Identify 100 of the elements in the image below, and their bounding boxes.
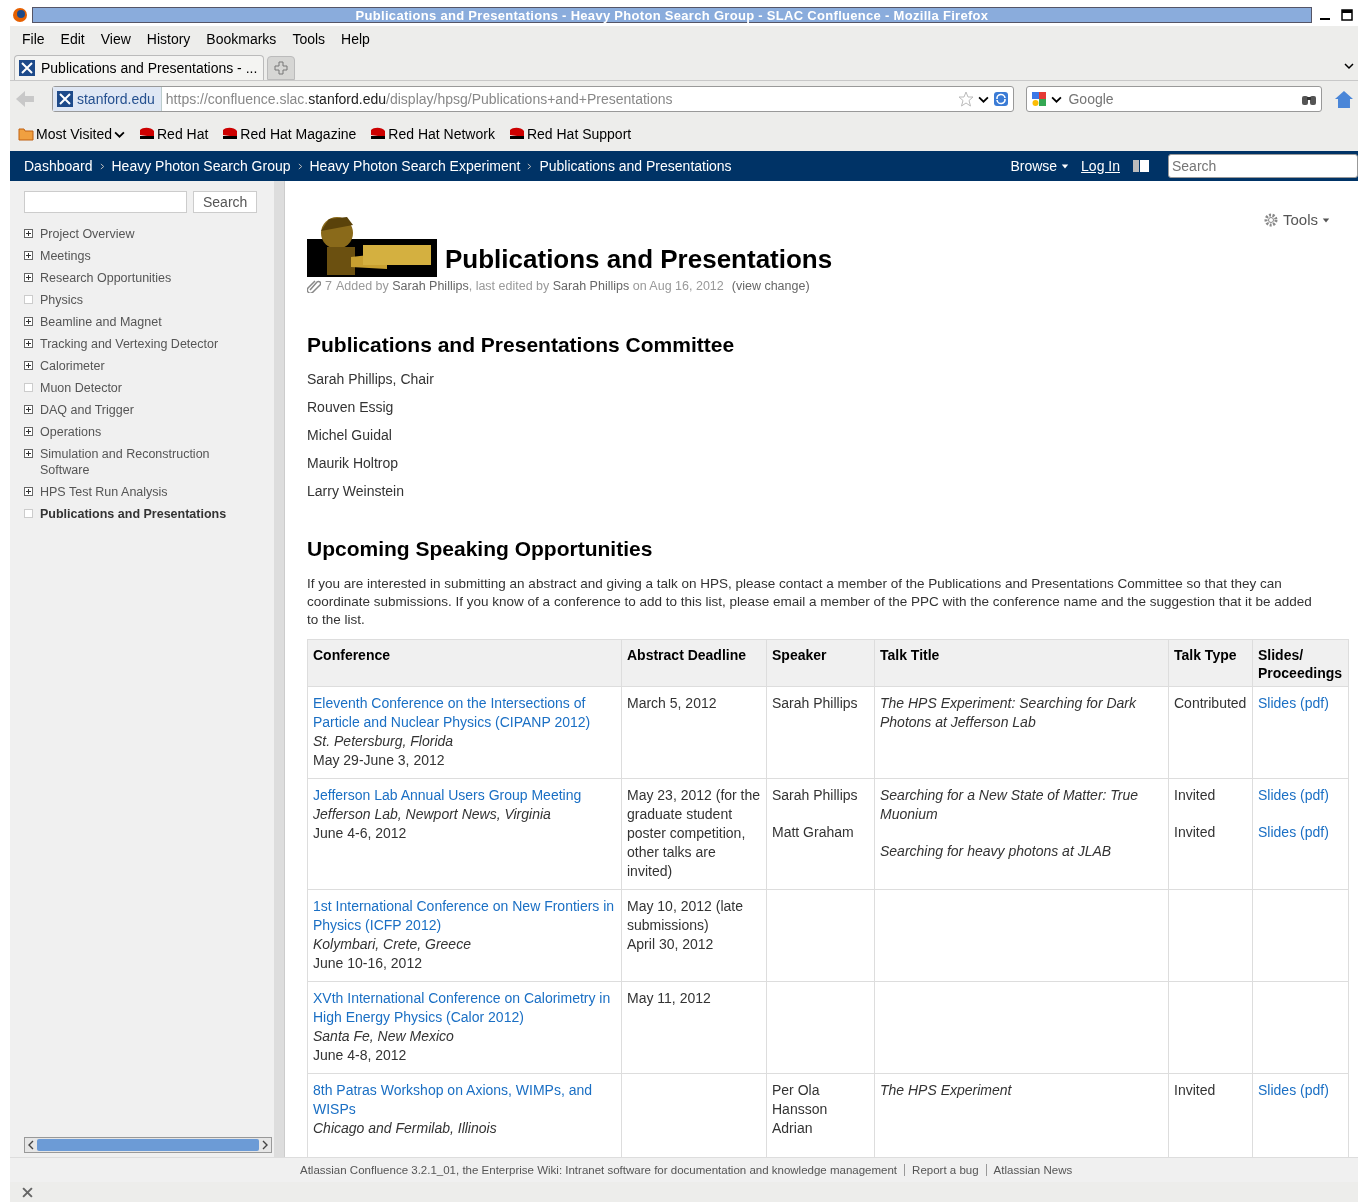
footer-link[interactable]: Atlassian News [985, 1164, 1073, 1176]
menu-item[interactable]: History [138, 31, 199, 47]
menu-item[interactable]: File [14, 31, 53, 47]
sidebar-search-field[interactable] [24, 191, 187, 213]
page-tree-link[interactable]: Research Opportunities [40, 270, 240, 286]
column-header: Abstract Deadline [627, 647, 747, 663]
deadline-text: March 5, 2012 [627, 694, 718, 713]
conference-link[interactable]: Eleventh Conference on the Intersections of Particle and Nuclear Physics (CIPANP 2012) [313, 694, 616, 732]
menu-item[interactable]: Bookmarks [198, 31, 285, 47]
login-link[interactable]: Log In [1081, 158, 1120, 174]
slides-link[interactable]: Slides (pdf) [1258, 787, 1329, 803]
slides-link[interactable]: Slides (pdf) [1258, 824, 1329, 840]
browser-tab[interactable]: Publications and Presentations - ... [14, 55, 265, 80]
expand-icon[interactable] [24, 487, 33, 496]
home-icon[interactable] [1334, 89, 1354, 109]
expand-icon[interactable] [24, 229, 33, 238]
breadcrumb-link[interactable]: Dashboard [24, 158, 93, 174]
tools-menu[interactable]: Tools [1262, 211, 1330, 228]
expand-icon[interactable] [24, 317, 33, 326]
breadcrumb-link[interactable]: Heavy Photon Search Experiment [309, 158, 521, 174]
speaker-name: Sarah Phillips [772, 786, 859, 805]
page-tree-link[interactable]: Meetings [40, 248, 240, 264]
page-tree-link[interactable]: Calorimeter [40, 358, 240, 374]
slides-link[interactable]: Slides (pdf) [1258, 1082, 1329, 1098]
expand-icon[interactable] [24, 449, 33, 458]
column-header: Talk Type [1174, 647, 1237, 663]
footer-link[interactable]: Report a bug [904, 1164, 979, 1176]
slides-link[interactable]: Slides (pdf) [1258, 695, 1329, 711]
splitter-handle[interactable] [274, 181, 285, 1157]
breadcrumb-link[interactable]: Publications and Presentations [539, 158, 732, 174]
star-icon[interactable] [958, 91, 975, 107]
deadline-text: April 30, 2012 [627, 935, 715, 954]
expand-icon[interactable] [24, 405, 33, 414]
menu-item[interactable]: Help [333, 31, 378, 47]
search-button[interactable]: Search [193, 191, 258, 213]
expand-icon[interactable] [24, 427, 33, 436]
page-tree-link[interactable]: DAQ and Trigger [40, 402, 240, 418]
breadcrumb-link[interactable]: Heavy Photon Search Group [111, 158, 291, 174]
sidebar-toggle-icon[interactable] [1132, 159, 1150, 173]
address-bar[interactable]: stanford.edu https://confluence.slac.stanford.edu/display/hpsg/Publications+and+Presentations [51, 86, 1015, 112]
page-tree-link[interactable]: Project Overview [40, 226, 240, 242]
menu-item[interactable]: View [92, 31, 139, 47]
horizontal-scrollbar[interactable] [24, 1137, 272, 1153]
page-tree-link[interactable]: Physics [40, 292, 240, 308]
bookmark-item[interactable]: Red Hat Magazine [222, 126, 357, 142]
committee-member: Larry Weinstein [307, 483, 405, 499]
menu-item[interactable]: Tools [284, 31, 334, 47]
expand-icon[interactable] [24, 361, 33, 370]
expand-icon[interactable] [24, 273, 33, 282]
conference-link[interactable]: Jefferson Lab Annual Users Group Meeting [313, 786, 616, 805]
committee-member: Sarah Phillips, Chair [307, 371, 435, 387]
conference-link[interactable]: XVth International Conference on Calorimetry in High Energy Physics (Calor 2012) [313, 989, 616, 1027]
committee-member: Rouven Essig [307, 399, 395, 415]
search-bar[interactable]: Google [1026, 86, 1323, 112]
page-tree-link[interactable]: Publications and Presentations [40, 506, 240, 522]
page-tree-link[interactable]: Muon Detector [40, 380, 240, 396]
close-icon[interactable] [22, 1186, 33, 1198]
page-tree-link[interactable]: HPS Test Run Analysis [40, 484, 240, 500]
url-text: https://confluence.slac.stanford.edu/display/hpsg/Publications+and+Presentations [165, 91, 674, 107]
page-tree-link[interactable]: Beamline and Magnet [40, 314, 240, 330]
intro-paragraph: If you are interested in submitting an abstract and giving a talk on HPS, please contact a member of the Publications and Presentations Committee so that they can coordinate submissions. If you know of a conference to add to this list, please email a member of the PPC with the conference name and the suggestion that it be added to the list. [307, 575, 1313, 629]
page-tree-link[interactable]: Tracking and Vertexing Detector [40, 336, 240, 352]
paperclip-icon [307, 279, 321, 293]
breadcrumb-chevron-icon [297, 162, 303, 170]
site-identity-button[interactable]: stanford.edu [52, 87, 162, 111]
bookmark-item[interactable]: Red Hat [139, 126, 209, 142]
conference-link[interactable]: 1st International Conference on New Frontiers in Physics (ICFP 2012) [313, 897, 616, 935]
firefox-logo-icon [12, 7, 28, 23]
reload-icon[interactable] [993, 91, 1010, 107]
section-heading: Publications and Presentations Committee [307, 333, 736, 357]
committee-member: Michel Guidal [307, 427, 393, 443]
breadcrumb-chevron-icon [99, 162, 105, 170]
bookmark-item[interactable]: Most Visited [18, 126, 125, 142]
conference-location: St. Petersburg, Florida [313, 732, 455, 751]
hat-icon [139, 126, 155, 142]
conference-location: Jefferson Lab, Newport News, Virginia [313, 805, 552, 824]
talk-type: Invited [1174, 1081, 1217, 1100]
expand-icon[interactable] [24, 251, 33, 260]
hat-icon [222, 126, 239, 142]
favicon-icon [56, 91, 73, 107]
bookmark-item[interactable]: Red Hat Support [508, 126, 632, 142]
deadline-text: May 23, 2012 (for the graduate student poster competition, other talks are invited) [627, 786, 761, 881]
expand-icon[interactable] [24, 339, 33, 348]
maximize-icon[interactable] [1341, 9, 1353, 21]
chevron-down-icon[interactable] [1344, 61, 1354, 71]
menu-item[interactable]: Edit [52, 31, 93, 47]
column-header: Talk Title [880, 647, 940, 663]
page-tree-link[interactable]: Operations [40, 424, 240, 440]
column-header: Speaker [772, 647, 827, 663]
speaker-name: Per Ola Hansson Adrian [772, 1081, 829, 1138]
bookmark-item[interactable]: Red Hat Network [370, 126, 495, 142]
view-change-link[interactable]: (view change) [731, 279, 810, 293]
column-header: Conference [313, 647, 391, 663]
search-field[interactable]: Search [1168, 154, 1358, 178]
talk-title: Searching for a New State of Matter: True Muonium [880, 786, 1140, 824]
conference-link[interactable]: 8th Patras Workshop on Axions, WIMPs, and WISPs [313, 1081, 616, 1119]
page-tree-link[interactable]: Simulation and Reconstruction Software [40, 446, 240, 478]
talk-type: Contributed [1174, 694, 1247, 713]
caret-icon [1322, 215, 1330, 224]
browse-menu[interactable]: Browse [1010, 158, 1070, 174]
